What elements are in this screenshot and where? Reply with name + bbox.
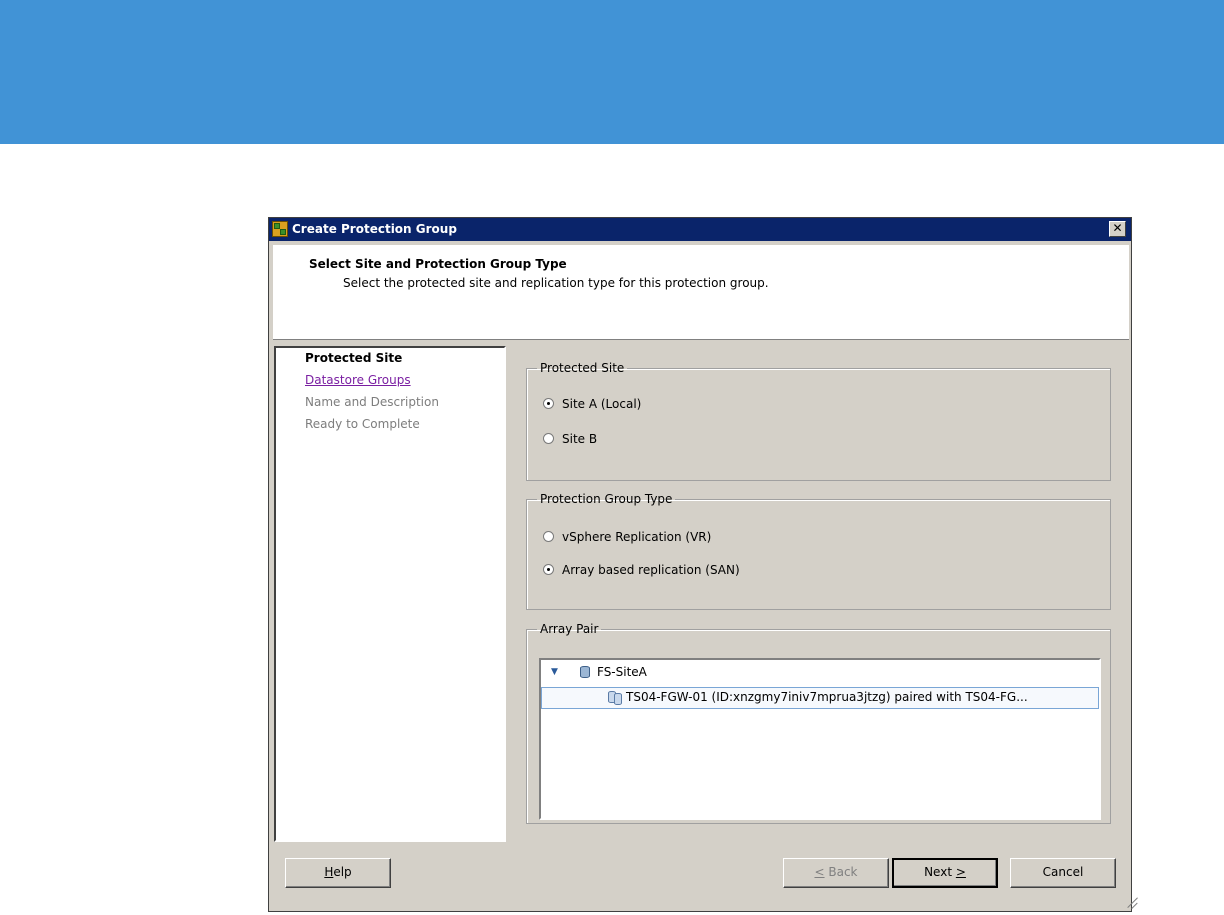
nav-step-protected-site[interactable]: Protected Site <box>305 351 402 365</box>
resize-grip-icon[interactable] <box>1116 896 1128 908</box>
protected-site-group: Protected Site Site A (Local) Site B <box>526 361 1111 481</box>
top-banner <box>0 0 1224 144</box>
cancel-button[interactable]: Cancel <box>1010 858 1116 888</box>
radio-unselected-icon[interactable] <box>543 531 554 542</box>
srm-app-icon <box>272 221 288 237</box>
radio-selected-icon[interactable] <box>543 398 554 409</box>
nav-step-name-and-description: Name and Description <box>305 395 439 409</box>
array-pair-legend: Array Pair <box>540 622 599 636</box>
close-icon[interactable]: ✕ <box>1109 221 1126 237</box>
expand-arrow-icon[interactable]: ▼ <box>551 667 558 677</box>
tree-node-array-pair-label: TS04-FGW-01 (ID:xnzgmy7iniv7mprua3jtzg) … <box>626 690 1028 704</box>
next-button[interactable]: Next > <box>892 858 998 888</box>
array-pair-tree[interactable]: ▼ FS-SiteA TS04-FGW-01 (ID:xnzgmy7iniv7m… <box>539 658 1101 820</box>
next-label: Next <box>924 865 956 879</box>
radio-array-based-replication-label: Array based replication (SAN) <box>562 563 740 577</box>
radio-site-a[interactable]: Site A (Local) <box>543 397 641 411</box>
array-pair-group: Array Pair ▼ FS-SiteA TS04-FGW-01 (ID:xn… <box>526 622 1111 824</box>
nav-step-datastore-groups[interactable]: Datastore Groups <box>305 373 411 387</box>
radio-site-b[interactable]: Site B <box>543 432 597 446</box>
window-title: Create Protection Group <box>292 222 457 236</box>
back-label: Back <box>824 865 858 879</box>
help-button[interactable]: Help <box>285 858 391 888</box>
radio-unselected-icon[interactable] <box>543 433 554 444</box>
tree-node-fs-sitea-label: FS-SiteA <box>597 665 647 679</box>
title-bar[interactable]: Create Protection Group ✕ <box>269 218 1131 241</box>
protection-group-type-legend: Protection Group Type <box>540 492 673 506</box>
array-manager-icon <box>580 666 590 678</box>
back-button[interactable]: < Back <box>783 858 889 888</box>
radio-selected-icon[interactable] <box>543 564 554 575</box>
create-protection-group-dialog: Create Protection Group ✕ Select Site an… <box>268 217 1132 912</box>
help-label: elp <box>333 865 352 879</box>
array-pair-icon <box>608 691 624 705</box>
radio-vsphere-replication-label: vSphere Replication (VR) <box>562 530 712 544</box>
back-mnemonic: < <box>814 865 825 879</box>
tree-node-array-pair[interactable]: TS04-FGW-01 (ID:xnzgmy7iniv7mprua3jtzg) … <box>541 687 1099 709</box>
wizard-steps-nav: Protected Site Datastore Groups Name and… <box>274 346 506 842</box>
help-mnemonic: H <box>324 865 334 879</box>
nav-step-ready-to-complete: Ready to Complete <box>305 417 420 431</box>
radio-vsphere-replication[interactable]: vSphere Replication (VR) <box>543 530 711 544</box>
radio-site-b-label: Site B <box>562 432 598 446</box>
protected-site-legend: Protected Site <box>540 361 625 375</box>
protection-group-type-group: Protection Group Type vSphere Replicatio… <box>526 492 1111 610</box>
radio-site-a-label: Site A (Local) <box>562 397 642 411</box>
next-mnemonic: > <box>955 865 966 879</box>
page-title: Select Site and Protection Group Type <box>309 257 567 271</box>
page-subtitle: Select the protected site and replicatio… <box>343 276 769 290</box>
radio-array-based-replication[interactable]: Array based replication (SAN) <box>543 563 740 577</box>
tree-node-fs-sitea[interactable]: ▼ FS-SiteA <box>541 663 1099 683</box>
wizard-header: Select Site and Protection Group Type Se… <box>273 245 1129 340</box>
